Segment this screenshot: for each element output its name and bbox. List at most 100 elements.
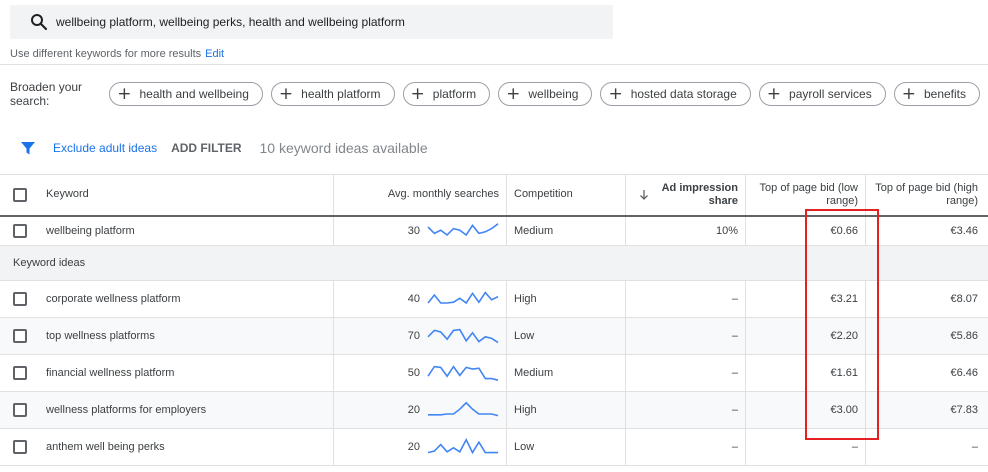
row-checkbox-cell [13,318,27,354]
bid-low-cell: €3.21 [830,293,858,305]
col-divider [333,392,334,428]
table-row[interactable]: top wellness platforms 70 Low – €2.20 €5.86 [0,318,988,354]
col-divider [865,318,866,354]
searches-cell: 20 [407,441,420,453]
bid-high-cell: €6.46 [950,367,978,379]
row-checkbox[interactable] [13,440,27,454]
header-bid-low-line2: range) [826,194,858,207]
col-divider [865,281,866,317]
header-bid-high[interactable]: Top of page bid (high range) [866,174,978,215]
competition-cell: Low [514,441,535,453]
impression-cell: – [731,367,738,379]
provided-keyword-row[interactable]: wellbeing platform 30 Medium 10% €0.66 €… [0,217,988,245]
table-header-row: Keyword Avg. monthly searches Competitio… [0,174,988,215]
header-competition[interactable]: Competition [514,174,573,215]
header-bid-high-line2: range) [946,194,978,207]
broaden-chip[interactable]: + benefits [893,82,980,106]
search-hint: Use different keywords for more results E… [10,48,224,60]
bid-high-cell: €3.46 [950,225,978,237]
chip-label: payroll services [789,87,872,101]
row-checkbox[interactable] [13,403,27,417]
table-row[interactable]: financial wellness platform 50 Medium – €1.6… [0,355,988,391]
col-divider [333,429,334,465]
broaden-chip[interactable]: + hosted data storage [600,82,751,106]
competition-cell: High [514,293,537,305]
col-divider [506,355,507,391]
plus-icon: + [278,83,294,104]
plus-icon: + [766,83,782,104]
plus-icon: + [506,83,521,104]
table-row[interactable]: wellness platforms for employers 20 High – €… [0,392,988,428]
broaden-chip[interactable]: + wellbeing [498,82,593,106]
table-row[interactable]: anthem well being perks 20 Low – – – [0,429,988,465]
sort-arrow-down-icon[interactable] [638,174,650,215]
competition-cell: Low [514,330,535,342]
col-divider [506,429,507,465]
searches-cell: 50 [407,367,420,379]
hint-text: Use different keywords for more results [10,48,202,60]
searches-cell: 70 [407,330,420,342]
header-bid-low[interactable]: Top of page bid (low range) [746,174,858,215]
col-divider [745,281,746,317]
chip-label: platform [432,87,477,101]
broaden-chip[interactable]: + payroll services [758,82,886,106]
header-bid-low-line1: Top of page bid (low [759,181,858,194]
col-divider [625,392,626,428]
broaden-chip[interactable]: + platform [402,82,491,106]
edit-link[interactable]: Edit [205,48,224,60]
plus-icon: + [410,83,425,104]
chip-label: health platform [301,87,381,101]
search-input[interactable]: wellbeing platform, wellbeing perks, hea… [10,5,613,39]
keyword-count: 10 keyword ideas available [259,140,428,156]
trend-sparkline [427,429,499,465]
col-divider [506,318,507,354]
broaden-chip[interactable]: + health platform [270,82,395,106]
col-divider [865,429,866,465]
col-divider [745,429,746,465]
header-avg-monthly-searches[interactable]: Avg. monthly searches [334,174,499,215]
impression-cell: – [731,330,738,342]
bid-high-cell: €7.83 [950,404,978,416]
competition-cell: High [514,404,537,416]
row-checkbox[interactable] [13,366,27,380]
add-filter-button[interactable]: ADD FILTER [171,141,241,155]
keyword-cell: wellbeing platform [46,225,135,237]
keyword-cell: anthem well being perks [46,441,165,453]
chip-label: benefits [923,87,966,101]
keyword-cell: top wellness platforms [46,330,155,342]
col-divider [745,355,746,391]
header-bid-high-line1: Top of page bid (high [875,181,978,194]
bid-low-cell: €3.00 [830,404,858,416]
broaden-chip[interactable]: + health and wellbeing [109,82,263,106]
table-row[interactable]: corporate wellness platform 40 High – €3.21 €… [0,281,988,317]
impression-cell: – [731,441,738,453]
col-divider [333,355,334,391]
col-divider [333,318,334,354]
row-checkbox[interactable] [13,224,27,238]
row-checkbox[interactable] [13,292,27,306]
row-checkbox-cell [13,355,27,391]
select-all-checkbox[interactable] [13,187,27,202]
trend-sparkline [427,318,499,354]
chip-list: + health and wellbeing + health platform + pl… [109,82,988,106]
chip-label: hosted data storage [630,87,737,101]
col-divider [625,174,626,215]
exclude-adult-ideas-filter[interactable]: Exclude adult ideas [53,141,157,155]
keyword-ideas-section-header: Keyword ideas [0,246,988,280]
header-keyword[interactable]: Keyword [46,174,89,215]
searches-cell: 40 [407,293,420,305]
filter-icon[interactable] [20,140,36,156]
trend-sparkline [427,217,499,245]
plus-icon: + [117,83,132,104]
keyword-cell: financial wellness platform [46,367,175,379]
chip-label: wellbeing [528,87,579,101]
keyword-cell: wellness platforms for employers [46,404,207,416]
broaden-label: Broaden your search: [10,80,83,108]
divider [0,64,988,65]
col-divider [745,318,746,354]
select-all-cell [13,174,27,215]
keyword-cell: corporate wellness platform [46,293,181,305]
impression-cell: 10% [715,225,738,237]
header-ad-impression-share[interactable]: Ad impression share [650,174,738,215]
row-checkbox[interactable] [13,329,27,343]
